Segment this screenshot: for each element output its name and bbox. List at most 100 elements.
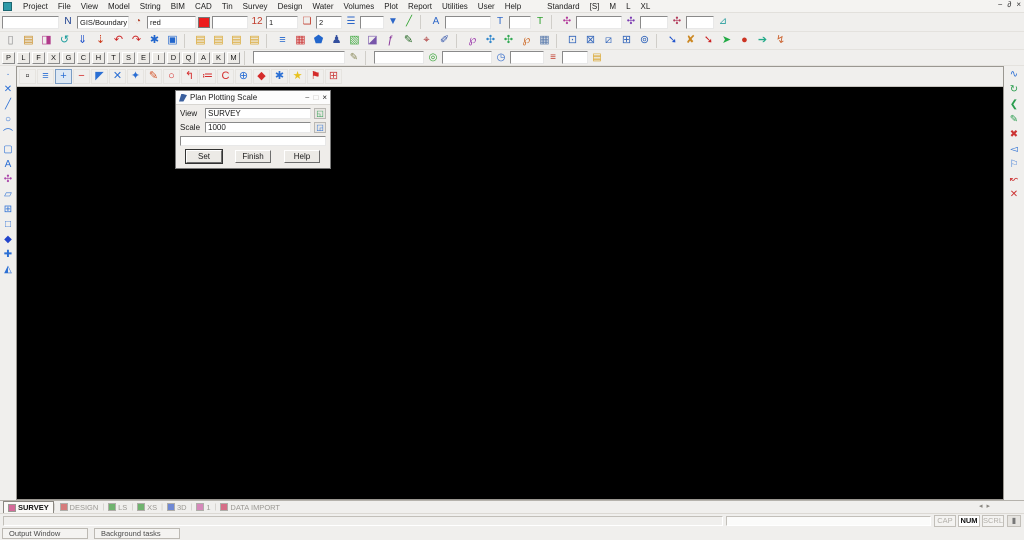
zoom-out-icon[interactable]: − — [73, 69, 90, 84]
dialog-title-bar[interactable]: Plan Plotting Scale − □ × — [176, 91, 330, 105]
snap-letter-g[interactable]: G — [62, 52, 75, 64]
tab-scroll-right-icon[interactable]: ▸ — [986, 502, 990, 510]
dialog-close-icon[interactable]: × — [322, 93, 327, 102]
tin-input-2[interactable] — [640, 16, 668, 29]
view-settings-icon[interactable]: ✱ — [271, 69, 288, 84]
tin-input-3[interactable] — [686, 16, 714, 29]
restore-icon[interactable]: ∂ — [1007, 0, 1011, 9]
text-a-icon[interactable]: A — [429, 15, 443, 29]
tab-scroll-left-icon[interactable]: ◂ — [979, 502, 983, 510]
folder-small-icon[interactable]: ▤ — [590, 51, 604, 65]
edit-flag-icon[interactable]: ⚐ — [1007, 158, 1022, 172]
help-button[interactable]: Help — [284, 150, 320, 163]
style-input[interactable] — [360, 16, 384, 29]
p-macro-2-icon[interactable]: ℘ — [518, 33, 535, 48]
snap-letter-f[interactable]: F — [32, 52, 45, 64]
menu-model[interactable]: Model — [103, 2, 135, 11]
draw-arc-icon[interactable]: ⌒ — [1, 128, 16, 142]
tab-3d[interactable]: 3D — [163, 501, 191, 513]
save-project-icon[interactable]: ◨ — [38, 33, 55, 48]
snap-letter-e[interactable]: E — [137, 52, 150, 64]
report-chart-icon[interactable]: ≡ — [274, 33, 291, 48]
settings-gear-icon[interactable]: ✱ — [146, 33, 163, 48]
folder-models-icon[interactable]: ▤ — [192, 33, 209, 48]
layers-icon[interactable]: ≔ — [199, 69, 216, 84]
menu-user[interactable]: User — [473, 2, 500, 11]
snap-letter-s[interactable]: S — [122, 52, 135, 64]
favorites-star-icon[interactable]: ★ — [289, 69, 306, 84]
edit-zigzag-icon[interactable]: ∿ — [1007, 68, 1022, 82]
menu-report[interactable]: Report — [403, 2, 437, 11]
export-icon[interactable]: ⇣ — [92, 33, 109, 48]
draw-text-icon[interactable]: A — [1, 158, 16, 172]
text-t-blue-icon[interactable]: T — [493, 15, 507, 29]
menu-cad[interactable]: CAD — [190, 2, 217, 11]
calendar-icon[interactable]: ▦ — [292, 33, 309, 48]
pinwheel-1-icon[interactable]: ✣ — [560, 15, 574, 29]
pen-icon[interactable]: ✎ — [400, 33, 417, 48]
linestyle-input[interactable]: 1 — [266, 16, 298, 29]
draw-grid-icon[interactable]: ⊞ — [1, 203, 16, 217]
textstyle-12-icon[interactable]: 12 — [250, 15, 264, 29]
save-grid-icon[interactable]: ▦ — [536, 33, 553, 48]
draw-trapezoid-icon[interactable]: ▱ — [1, 188, 16, 202]
view-menu-icon[interactable]: ≡ — [37, 69, 54, 84]
open-project-icon[interactable]: ▤ — [20, 33, 37, 48]
snap-letter-k[interactable]: K — [212, 52, 225, 64]
snap-letter-c[interactable]: C — [77, 52, 90, 64]
box-arc-icon[interactable]: ⊚ — [636, 33, 653, 48]
edit-pencil-icon[interactable]: ✎ — [347, 51, 361, 65]
view-window-icon[interactable]: ▫ — [19, 69, 36, 84]
clock-icon[interactable]: ◷ — [494, 51, 508, 65]
snap-letter-p[interactable]: P — [2, 52, 15, 64]
snap-letter-h[interactable]: H — [92, 52, 105, 64]
snap-point-icon[interactable]: ➘ — [700, 33, 717, 48]
magnifier-icon[interactable]: ○ — [163, 69, 180, 84]
edit-left-icon[interactable]: ◅ — [1007, 143, 1022, 157]
tab-survey[interactable]: SURVEY — [3, 501, 54, 513]
menu-volumes[interactable]: Volumes — [339, 2, 380, 11]
scale-picker-icon[interactable]: ◲ — [314, 122, 326, 133]
import-icon[interactable]: ⇓ — [74, 33, 91, 48]
tab-xs[interactable]: XS — [133, 501, 161, 513]
colour-input[interactable]: red — [147, 16, 196, 29]
minimize-icon[interactable]: − — [998, 0, 1003, 9]
zoom-pen-icon[interactable]: ✎ — [145, 69, 162, 84]
menu-m[interactable]: M — [604, 2, 621, 11]
edit-close-icon[interactable]: ✕ — [1007, 188, 1022, 202]
background-tasks-button[interactable]: Background tasks — [94, 528, 180, 539]
cad-entry-input[interactable] — [253, 51, 345, 64]
function-fx-icon[interactable]: ƒ — [382, 33, 399, 48]
pinwheel-blue-icon[interactable]: ✣ — [482, 33, 499, 48]
pinwheel-2-icon[interactable]: ✣ — [624, 15, 638, 29]
ruler-value-input[interactable] — [510, 51, 544, 64]
fit-view-icon[interactable]: ✕ — [109, 69, 126, 84]
pan-icon[interactable]: ✦ — [127, 69, 144, 84]
menu-l[interactable]: L — [621, 2, 635, 11]
draw-point-icon[interactable]: · — [1, 68, 16, 82]
colour-swatch-red[interactable] — [198, 17, 210, 28]
menu-project[interactable]: Project — [18, 2, 53, 11]
draw-line-icon[interactable]: ╱ — [1, 98, 16, 112]
pinwheel-3-icon[interactable]: ✣ — [670, 15, 684, 29]
toggle-num[interactable]: NUM — [958, 515, 980, 527]
time-value-input[interactable] — [442, 51, 492, 64]
folder-tins-icon[interactable]: ▤ — [228, 33, 245, 48]
snap-grid-icon[interactable]: ➤ — [718, 33, 735, 48]
menu-utilities[interactable]: Utilities — [437, 2, 473, 11]
draw-diamond-icon[interactable]: ◆ — [1, 233, 16, 247]
menu-tin[interactable]: Tin — [217, 2, 238, 11]
draw-rect-icon[interactable]: ▢ — [1, 143, 16, 157]
text-size-input[interactable] — [509, 16, 531, 29]
menu-string[interactable]: String — [135, 2, 166, 11]
pinwheel-green-icon[interactable]: ✣ — [500, 33, 517, 48]
snap-cursor-icon[interactable]: ➘ — [664, 33, 681, 48]
dialog-minimize-icon[interactable]: − — [305, 93, 310, 102]
draw-cross-icon[interactable]: ✕ — [1, 83, 16, 97]
output-icon[interactable]: ▣ — [164, 33, 181, 48]
tab-design[interactable]: DESIGN — [56, 501, 103, 513]
undo-icon[interactable]: ↶ — [110, 33, 127, 48]
target-icon[interactable]: ⌖ — [418, 33, 435, 48]
menu-water[interactable]: Water — [307, 2, 338, 11]
scale-field-input[interactable]: 1000 — [205, 122, 311, 133]
